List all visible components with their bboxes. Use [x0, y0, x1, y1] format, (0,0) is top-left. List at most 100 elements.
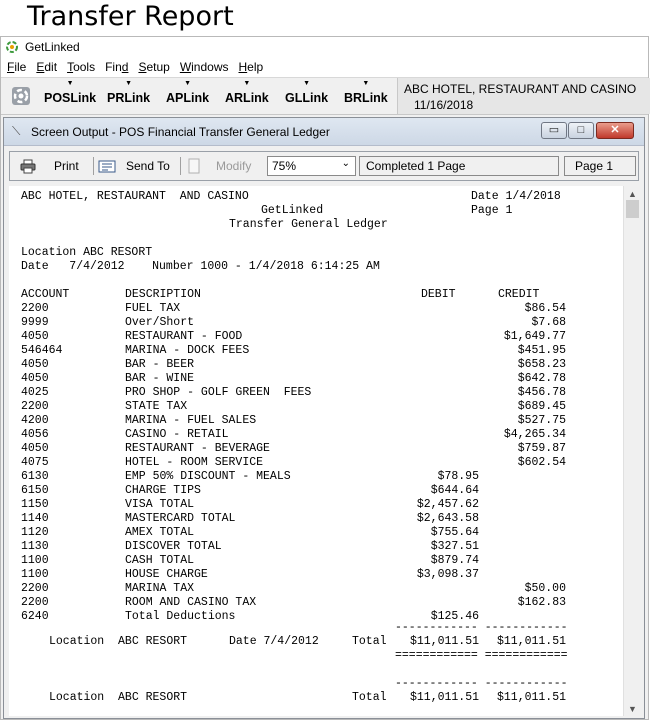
app-window: GetLinked File Edit Tools Find Setup Win…: [0, 36, 650, 720]
getlinked-home-icon[interactable]: [9, 84, 33, 108]
column-header-account: ACCOUNT: [21, 288, 70, 301]
row-description: MASTERCARD TOTAL: [125, 512, 236, 525]
row-account: 1100: [21, 554, 49, 567]
row-credit: $759.87: [517, 442, 566, 455]
row-credit: $4,265.34: [503, 428, 566, 441]
row-description: PRO SHOP - GOLF GREEN FEES: [125, 386, 312, 399]
scroll-thumb[interactable]: [626, 200, 639, 218]
poslink-button[interactable]: ▼ POSLink: [44, 80, 96, 108]
page-heading: Transfer Report: [27, 1, 234, 32]
current-date: 11/16/2018: [414, 98, 474, 112]
send-to-button[interactable]: Send To: [126, 159, 170, 173]
scroll-up-icon[interactable]: ▲: [628, 189, 637, 199]
hotel-info-panel: ABC HOTEL, RESTAURANT AND CASINO 11/16/2…: [397, 78, 650, 114]
row-credit: $86.54: [524, 302, 566, 315]
row-account: 4050: [21, 372, 49, 385]
app-title: GetLinked: [25, 40, 80, 54]
row-credit: $7.68: [531, 316, 566, 329]
row-description: MARINA - DOCK FEES: [125, 344, 250, 357]
row-description: Total Deductions: [125, 610, 236, 623]
menu-bar: File Edit Tools Find Setup Windows Help: [1, 57, 648, 77]
row-debit: $2,643.58: [416, 512, 479, 525]
maximize-button[interactable]: □: [568, 122, 594, 139]
row-description: Over/Short: [125, 316, 195, 329]
row-account: 1130: [21, 540, 49, 553]
totals1-debit: $11,011.51: [409, 635, 479, 648]
status-text: Completed 1 Page: [366, 159, 466, 173]
brlink-button[interactable]: ▼ BRLink: [344, 80, 388, 108]
row-debit: $327.51: [430, 540, 479, 553]
modify-button[interactable]: Modify: [216, 159, 251, 173]
row-description: BAR - WINE: [125, 372, 195, 385]
scroll-down-icon[interactable]: ▼: [628, 704, 637, 714]
printer-icon[interactable]: [20, 159, 36, 174]
row-description: RESTAURANT - FOOD: [125, 330, 243, 343]
menu-windows[interactable]: Windows: [180, 60, 229, 74]
total-double-underline: ============ ============: [395, 649, 568, 662]
menu-help[interactable]: Help: [239, 60, 264, 74]
row-account: 1100: [21, 568, 49, 581]
row-debit: $2,457.62: [416, 498, 479, 511]
row-account: 1120: [21, 526, 49, 539]
minimize-button[interactable]: ▭: [541, 122, 567, 139]
row-credit: $50.00: [524, 582, 566, 595]
dropdown-arrow-icon: ▼: [243, 80, 251, 87]
row-account: 6150: [21, 484, 49, 497]
row-account: 4050: [21, 358, 49, 371]
row-account: 6130: [21, 470, 49, 483]
app-titlebar: GetLinked: [1, 37, 648, 57]
zoom-select[interactable]: 75% ⌄: [267, 156, 356, 176]
row-account: 4200: [21, 414, 49, 427]
row-account: 2200: [21, 596, 49, 609]
gllink-button[interactable]: ▼ GLLink: [285, 80, 328, 108]
close-button[interactable]: ✕: [596, 122, 634, 139]
report-company: ABC HOTEL, RESTAURANT AND CASINO: [21, 190, 249, 203]
report-date-line: Date 7/4/2012 Number 1000 - 1/4/2018 6:1…: [21, 260, 380, 273]
row-debit: $3,098.37: [416, 568, 479, 581]
row-credit: $456.78: [517, 386, 566, 399]
module-toolbar: ▼ POSLink ▼ PRLink ▼ APLink ▼ ARLink ▼ GLLink…: [1, 77, 650, 115]
row-credit: $1,649.77: [503, 330, 566, 343]
print-button[interactable]: Print: [54, 159, 79, 173]
aplink-button[interactable]: ▼ APLink: [166, 80, 209, 108]
menu-file[interactable]: File: [7, 60, 26, 74]
row-credit: $658.23: [517, 358, 566, 371]
menu-tools[interactable]: Tools: [67, 60, 95, 74]
report-page-number: Page 1: [471, 204, 513, 217]
row-description: HOTEL - ROOM SERVICE: [125, 456, 264, 469]
row-account: 6240: [21, 610, 49, 623]
row-description: BAR - BEER: [125, 358, 195, 371]
modify-icon: [188, 158, 200, 174]
report-location: Location ABC RESORT: [21, 246, 153, 259]
report-date: Date 1/4/2018: [471, 190, 561, 203]
row-description: FUEL TAX: [125, 302, 181, 315]
vertical-scrollbar[interactable]: ▲ ▼: [623, 186, 641, 716]
arlink-button[interactable]: ▼ ARLink: [225, 80, 269, 108]
row-description: CHARGE TIPS: [125, 484, 201, 497]
column-header-credit: CREDIT: [498, 288, 540, 301]
row-credit: $527.75: [517, 414, 566, 427]
totals2-label: Total: [352, 691, 387, 704]
menu-edit[interactable]: Edit: [36, 60, 57, 74]
total-underline: ------------ ------------: [395, 621, 568, 634]
window-icon: ⟍: [12, 124, 21, 138]
row-account: 1140: [21, 512, 49, 525]
hotel-name: ABC HOTEL, RESTAURANT AND CASINO: [404, 82, 637, 96]
row-account: 4075: [21, 456, 49, 469]
totals2-debit: $11,011.51: [409, 691, 479, 704]
dropdown-arrow-icon: ▼: [184, 80, 191, 87]
row-description: AMEX TOTAL: [125, 526, 195, 539]
totals1-label: Total: [352, 635, 387, 648]
send-to-icon[interactable]: [98, 160, 116, 173]
grand-total-underline: ------------ ------------: [395, 677, 568, 690]
menu-find[interactable]: Find: [105, 60, 128, 74]
menu-setup[interactable]: Setup: [138, 60, 169, 74]
page-indicator: Page 1: [564, 156, 636, 176]
row-description: CASH TOTAL: [125, 554, 195, 567]
row-account: 4050: [21, 442, 49, 455]
row-account: 9999: [21, 316, 49, 329]
row-account: 1150: [21, 498, 49, 511]
row-account: 2200: [21, 302, 49, 315]
totals1-credit: $11,011.51: [496, 635, 566, 648]
prlink-button[interactable]: ▼ PRLink: [107, 80, 150, 108]
